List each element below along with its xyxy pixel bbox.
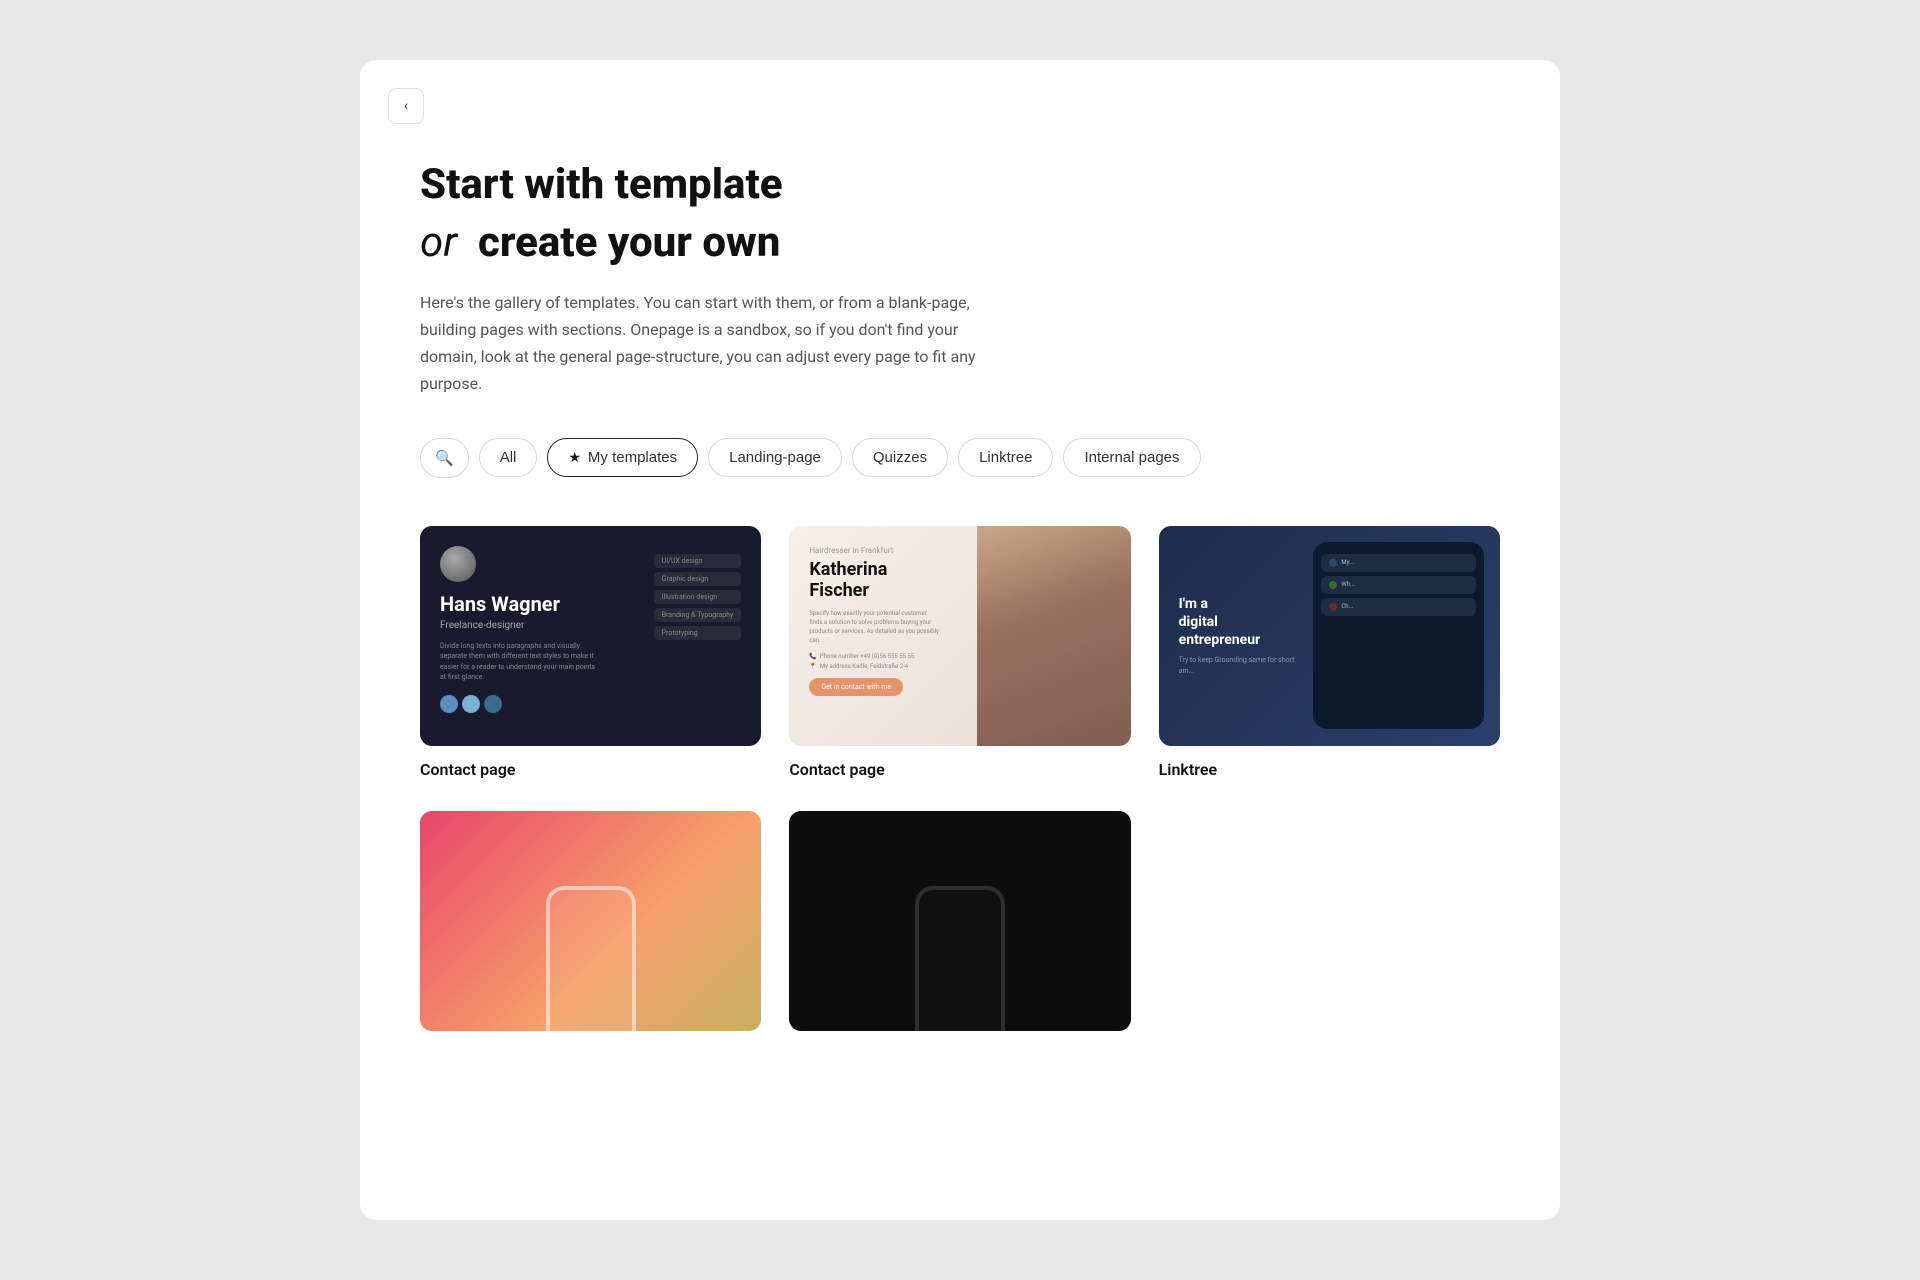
filter-linktree[interactable]: Linktree	[958, 438, 1053, 477]
template-thumb-3: I'm adigitalentrepreneur Try to keep Gro…	[1159, 526, 1500, 746]
filter-internal-pages-label: Internal pages	[1084, 449, 1179, 466]
template-thumb-5	[789, 811, 1130, 1031]
phone-screen: My... Wh... Ch...	[1313, 542, 1484, 729]
filter-all[interactable]: All	[479, 438, 538, 477]
chevron-left-icon: ‹	[404, 98, 408, 114]
template-label-3: Linktree	[1159, 760, 1500, 779]
search-button[interactable]: 🔍	[420, 438, 469, 478]
hans-skills: UI/UX design Graphic design Illustration…	[654, 554, 742, 640]
filter-landing-page[interactable]: Landing-page	[708, 438, 842, 477]
hairdresser-cta: Get in contact with me	[809, 678, 903, 696]
template-thumb-1: Hans Wagner Freelance-designer Divide lo…	[420, 526, 761, 746]
linktree-headline: I'm adigitalentrepreneur	[1179, 595, 1261, 650]
hairdresser-photo	[977, 526, 1131, 746]
phone-outline-2	[915, 886, 1005, 1031]
template-card-contact-2[interactable]: Hairdresser in Frankfurt Katherina Fisch…	[789, 526, 1130, 779]
template-thumb-4	[420, 811, 761, 1031]
hans-links	[440, 695, 741, 713]
hero-section: Start with template or create your own H…	[420, 160, 1500, 398]
hero-title-line2: or create your own	[420, 218, 1500, 268]
hero-title-line1: Start with template	[420, 160, 1500, 210]
search-icon: 🔍	[435, 449, 454, 467]
filter-my-templates[interactable]: ★ My templates	[547, 438, 698, 477]
filter-linktree-label: Linktree	[979, 449, 1032, 466]
filter-my-templates-label: My templates	[588, 449, 677, 466]
main-container: ‹ Start with template or create your own…	[360, 60, 1560, 1220]
star-icon: ★	[568, 449, 581, 466]
filter-all-label: All	[500, 449, 517, 466]
filter-internal-pages[interactable]: Internal pages	[1063, 438, 1200, 477]
linktree-subtext: Try to keep Grounding same for short am.…	[1179, 655, 1299, 676]
hans-desc: Divide long texts into paragraphs and vi…	[440, 641, 600, 683]
template-label-2: Contact page	[789, 760, 1130, 779]
hairdresser-desc: Specify how exactly your potential custo…	[809, 609, 939, 645]
filter-bar: 🔍 All ★ My templates Landing-page Quizze…	[420, 438, 1500, 478]
hero-italic: or	[420, 218, 457, 267]
template-card-contact-1[interactable]: Hans Wagner Freelance-designer Divide lo…	[420, 526, 761, 779]
templates-grid: Hans Wagner Freelance-designer Divide lo…	[420, 526, 1500, 1045]
hairdresser-name: Katherina Fischer	[809, 559, 929, 601]
hans-avatar	[440, 546, 476, 582]
template-card-linktree[interactable]: I'm adigitalentrepreneur Try to keep Gro…	[1159, 526, 1500, 779]
phone-outline-1	[546, 886, 636, 1031]
filter-landing-page-label: Landing-page	[729, 449, 821, 466]
filter-quizzes-label: Quizzes	[873, 449, 927, 466]
hero-description: Here's the gallery of templates. You can…	[420, 289, 1010, 398]
filter-quizzes[interactable]: Quizzes	[852, 438, 948, 477]
template-card-dark2[interactable]	[789, 811, 1130, 1045]
back-button[interactable]: ‹	[388, 88, 424, 124]
template-card-gradient[interactable]	[420, 811, 761, 1045]
hero-bold: create your own	[478, 218, 780, 267]
template-label-1: Contact page	[420, 760, 761, 779]
template-thumb-2: Hairdresser in Frankfurt Katherina Fisch…	[789, 526, 1130, 746]
